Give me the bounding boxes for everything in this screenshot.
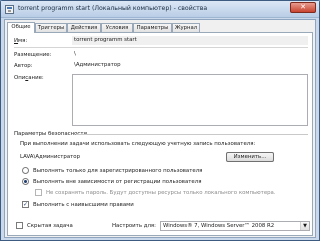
- divider: [14, 47, 308, 48]
- dialog-body: Общие Триггеры Действия Условия Параметр…: [4, 19, 316, 238]
- hidden-task-checkbox[interactable]: [16, 222, 23, 229]
- general-tab-panel: Имя: torrent programm start Размещение: …: [7, 32, 313, 236]
- configure-for-select[interactable]: Windows® 7, Windows Server™ 2008 R2 ▼: [160, 221, 310, 231]
- configure-for-label: Настроить для:: [112, 223, 156, 229]
- location-label: Размещение:: [14, 52, 52, 58]
- no-store-password-checkbox[interactable]: [35, 189, 42, 196]
- radio-whether-logged-label[interactable]: Выполнять вне зависимости от регистрации…: [33, 179, 201, 185]
- highest-privileges-label[interactable]: Выполнить с наивысшими правами: [33, 202, 134, 208]
- tab-actions[interactable]: Действия: [67, 23, 101, 32]
- author-value: \Администратор: [74, 62, 121, 68]
- author-label: Автор:: [14, 63, 33, 69]
- tab-history[interactable]: Журнал: [172, 23, 200, 32]
- run-as-label: При выполнении задачи использовать следу…: [20, 141, 256, 147]
- close-button[interactable]: ✕: [290, 2, 316, 13]
- group-divider: [76, 134, 308, 135]
- name-label: Имя:: [14, 38, 28, 44]
- highest-privileges-checkbox[interactable]: ✓: [22, 201, 29, 208]
- radio-dot: [24, 180, 27, 183]
- tab-conditions[interactable]: Условия: [101, 23, 133, 32]
- radio-logged-on-only[interactable]: [22, 167, 29, 174]
- window-title: torrent programm start (Локальный компью…: [18, 5, 208, 12]
- tab-settings[interactable]: Параметры: [133, 23, 172, 32]
- radio-whether-logged[interactable]: [22, 178, 29, 185]
- name-field[interactable]: torrent programm start: [72, 36, 308, 45]
- tab-general[interactable]: Общие: [7, 22, 35, 33]
- title-bar[interactable]: torrent programm start (Локальный компью…: [1, 1, 319, 18]
- dropdown-arrow-icon[interactable]: ▼: [300, 222, 309, 230]
- task-icon: [5, 5, 14, 14]
- description-text: [73, 75, 75, 84]
- configure-for-value: Windows® 7, Windows Server™ 2008 R2: [163, 223, 275, 229]
- location-value: \: [74, 51, 76, 57]
- user-account: LAVA\Администратор: [20, 154, 81, 160]
- radio-logged-on-label[interactable]: Выполнять только для зарегистрированного…: [33, 168, 202, 174]
- description-field[interactable]: [72, 74, 308, 126]
- properties-window: torrent programm start (Локальный компью…: [0, 0, 320, 241]
- tab-triggers[interactable]: Триггеры: [35, 23, 67, 32]
- hidden-task-label[interactable]: Скрытая задача: [27, 223, 73, 229]
- change-user-button[interactable]: Изменить...: [226, 152, 274, 162]
- no-store-password-label[interactable]: Не сохранять пароль. Будут доступны ресу…: [46, 190, 276, 196]
- description-label: Описание:: [14, 75, 44, 81]
